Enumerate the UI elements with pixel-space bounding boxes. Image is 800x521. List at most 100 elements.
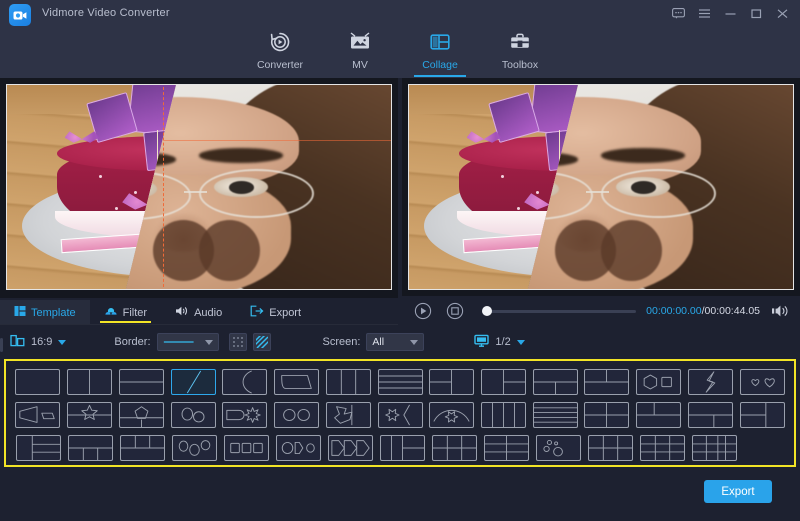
aspect-ratio-control[interactable]: 16:9 <box>10 333 66 351</box>
nav-item-collage[interactable]: Collage <box>400 26 480 71</box>
template-star-band[interactable] <box>67 402 112 428</box>
template-six-cells[interactable] <box>588 435 633 461</box>
playback-slider-knob[interactable] <box>482 306 492 316</box>
template-arc-flower[interactable] <box>429 402 474 428</box>
template-cell <box>685 401 737 428</box>
screen-dropdown[interactable]: All <box>366 333 424 351</box>
feedback-button[interactable] <box>666 3 690 23</box>
template-cell <box>219 401 271 428</box>
template-four-horizontal[interactable] <box>378 369 423 395</box>
template-top-one-bottom-two[interactable] <box>533 369 578 395</box>
template-two-vertical[interactable] <box>67 369 112 395</box>
tab-filter[interactable]: Filter <box>90 300 161 325</box>
nav-item-mv[interactable]: MV <box>320 26 400 71</box>
total-time: 00:00:44.05 <box>705 305 760 317</box>
border-hatch-button[interactable] <box>253 333 271 351</box>
window-controls <box>666 3 794 23</box>
template-six-grid-b[interactable] <box>484 435 529 461</box>
panel-scroll-handle[interactable] <box>0 338 3 352</box>
template-two-ovals[interactable] <box>171 402 216 428</box>
playback-progress-slider[interactable] <box>482 310 636 313</box>
template-oval-arrow-oval[interactable] <box>276 435 321 461</box>
chevron-down-icon-screen-count[interactable] <box>517 340 525 345</box>
template-puzzle-piece[interactable] <box>326 402 371 428</box>
template-cell <box>584 434 636 461</box>
template-diagonal-split[interactable] <box>171 369 216 395</box>
crop-guide-horizontal <box>164 140 391 141</box>
template-cell <box>12 401 64 428</box>
border-label: Border: <box>114 336 150 348</box>
template-six-grid-a[interactable] <box>432 435 477 461</box>
template-cell <box>272 434 324 461</box>
template-cell <box>529 401 581 428</box>
template-three-ovals[interactable] <box>172 435 217 461</box>
template-mosaic[interactable] <box>692 435 737 461</box>
template-pentagon-center[interactable] <box>119 402 164 428</box>
template-three-vertical[interactable] <box>326 369 371 395</box>
template-bubbles[interactable] <box>536 435 581 461</box>
template-nine-cells[interactable] <box>640 435 685 461</box>
border-dots-button[interactable] <box>229 333 247 351</box>
nav-item-converter[interactable]: Converter <box>240 26 320 71</box>
menu-button[interactable] <box>692 3 716 23</box>
tab-template[interactable]: Template <box>0 300 90 325</box>
template-cell <box>64 368 116 395</box>
template-four-vertical[interactable] <box>481 402 526 428</box>
editor-tabs: Template Filter Audio Export <box>0 300 398 325</box>
app-logo <box>9 4 31 26</box>
border-style-dropdown[interactable] <box>157 333 219 351</box>
template-cell <box>115 368 167 395</box>
nav-label-toolbox: Toolbox <box>480 59 560 71</box>
template-left-wide-right-two[interactable] <box>380 435 425 461</box>
main-navigation: Converter MV <box>0 26 800 78</box>
template-cell <box>271 368 323 395</box>
template-curve-left[interactable] <box>222 369 267 395</box>
template-hex-and-square[interactable] <box>636 369 681 395</box>
template-left-split-right-two[interactable] <box>429 369 474 395</box>
template-rounded-quad[interactable] <box>274 369 319 395</box>
template-top-three-bottom-wide[interactable] <box>120 435 165 461</box>
template-megaphone[interactable] <box>15 402 60 428</box>
template-triple-arrow[interactable] <box>328 435 373 461</box>
template-four-grid[interactable] <box>584 402 629 428</box>
template-twin-circles[interactable] <box>274 402 319 428</box>
maximize-button[interactable] <box>744 3 768 23</box>
app-title: Vidmore Video Converter <box>42 7 170 19</box>
template-two-hearts[interactable] <box>740 369 785 395</box>
screen-count-control[interactable]: 1/2 <box>474 334 524 351</box>
template-left-one-right-stack[interactable] <box>16 435 61 461</box>
play-button[interactable] <box>412 300 434 322</box>
template-top-wide-bottom-three[interactable] <box>68 435 113 461</box>
export-button[interactable]: Export <box>704 480 772 503</box>
template-flower-arrow[interactable] <box>378 402 423 428</box>
template-single[interactable] <box>15 369 60 395</box>
app-window: Vidmore Video Converter <box>0 0 800 521</box>
collage-edit-canvas[interactable] <box>0 78 398 298</box>
current-time: 00:00:00.00 <box>646 305 701 317</box>
collage-layout-icon <box>400 29 480 55</box>
template-lightning-split[interactable] <box>688 369 733 395</box>
nav-item-toolbox[interactable]: Toolbox <box>480 26 560 71</box>
template-top-wide-bottom-two[interactable] <box>688 402 733 428</box>
tab-audio[interactable]: Audio <box>161 300 236 325</box>
close-button[interactable] <box>770 3 794 23</box>
chevron-down-icon-aspect[interactable] <box>58 340 66 345</box>
template-three-squares[interactable] <box>224 435 269 461</box>
solid-line-icon <box>163 338 197 346</box>
template-left-one-right-two[interactable] <box>481 369 526 395</box>
border-control: Border: <box>114 333 270 351</box>
template-top-two-bottom-wide[interactable] <box>636 402 681 428</box>
template-left-stack-right-one[interactable] <box>740 402 785 428</box>
template-tag-and-burst[interactable] <box>222 402 267 428</box>
template-top-two-bottom-one[interactable] <box>584 369 629 395</box>
template-two-horizontal[interactable] <box>119 369 164 395</box>
tab-export[interactable]: Export <box>236 300 315 325</box>
screen-filter-control: Screen: All <box>323 333 425 351</box>
template-cell <box>64 401 116 428</box>
template-five-horizontal[interactable] <box>533 402 578 428</box>
minimize-button[interactable] <box>718 3 742 23</box>
stop-button[interactable] <box>444 300 466 322</box>
template-cell <box>478 368 530 395</box>
volume-button[interactable] <box>768 300 794 322</box>
template-cell <box>736 368 788 395</box>
